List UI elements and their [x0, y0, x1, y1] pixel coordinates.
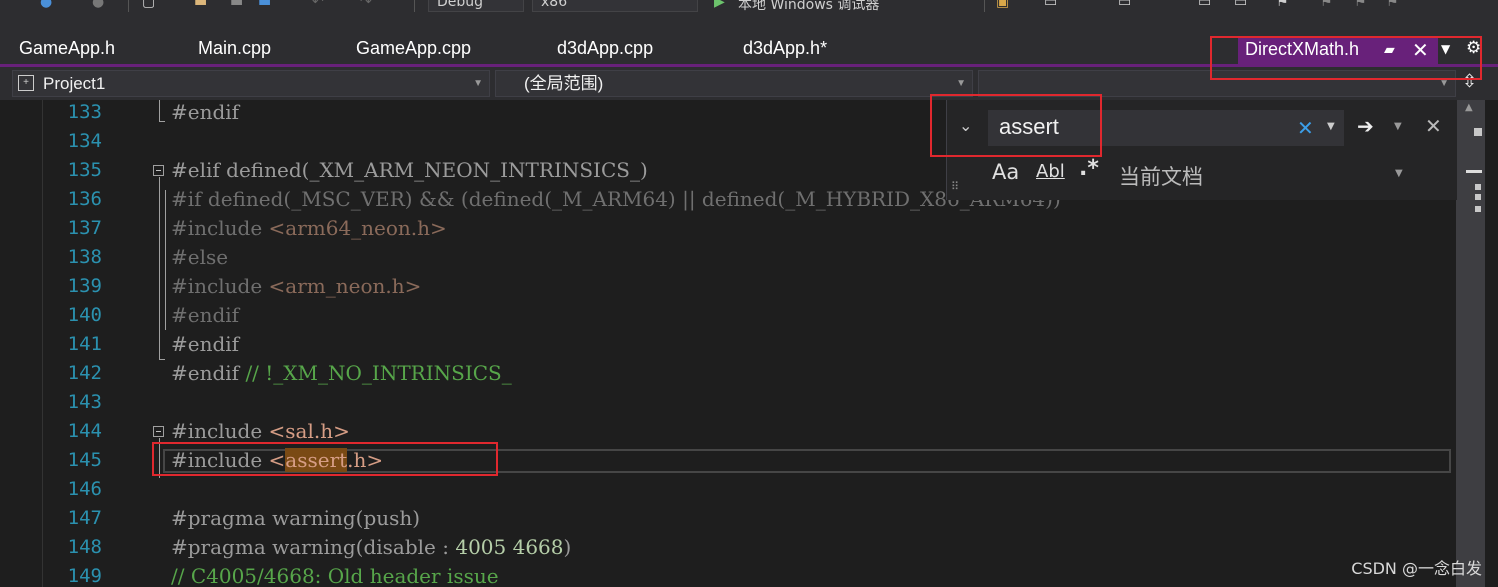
toolbar-separator [128, 0, 129, 12]
outline-guide [159, 100, 160, 122]
scroll-up-icon[interactable]: ▲ [1465, 102, 1473, 113]
code-line: #pragma warning(disable : 4005 4668) [171, 535, 572, 559]
undo-icon[interactable]: ↶ [312, 0, 324, 10]
line-number: 141 [67, 333, 102, 355]
toolbar-separator [984, 0, 985, 12]
search-scope-dropdown[interactable]: 当前文档 [1119, 161, 1203, 191]
tab-main-cpp[interactable]: Main.cpp [198, 38, 271, 59]
save-all-icon[interactable]: ▬ [258, 0, 271, 10]
line-number: 142 [67, 362, 102, 384]
line-number: 134 [67, 130, 102, 152]
redo-icon[interactable]: ↷ [360, 0, 372, 10]
bookmark-prev-icon[interactable]: ⚑ [1320, 0, 1333, 10]
scrollbar-marker [1475, 184, 1481, 190]
annotation-box-include-line [152, 442, 498, 476]
new-item-icon[interactable]: ▢ [142, 0, 155, 10]
code-line: #if defined(_MSC_VER) && (defined(_M_ARM… [171, 187, 1061, 211]
line-number: 138 [67, 246, 102, 268]
code-line: // C4005/4668: Old header issue [171, 564, 499, 587]
line-number: 148 [67, 536, 102, 558]
config-dropdown[interactable]: Debug [428, 0, 524, 12]
line-number: 137 [67, 217, 102, 239]
platform-dropdown[interactable]: x86 [532, 0, 698, 12]
line-number: 149 [67, 565, 102, 587]
tab-gameapp-cpp[interactable]: GameApp.cpp [356, 38, 471, 59]
regex-icon[interactable]: .* [1079, 156, 1099, 181]
drag-handle-icon[interactable]: ⠿ [951, 180, 959, 193]
line-number: 143 [67, 391, 102, 413]
project-name: Project1 [43, 74, 106, 93]
scrollbar-marker [1475, 194, 1481, 200]
outline-guide [165, 190, 166, 330]
search-history-dropdown-icon[interactable]: ▼ [1327, 121, 1335, 132]
chevron-down-icon: ▼ [473, 78, 483, 89]
scrollbar-marker [1475, 206, 1481, 212]
tab-d3dapp-cpp[interactable]: d3dApp.cpp [557, 38, 653, 59]
collapse-icon[interactable] [153, 165, 164, 176]
comment-icon[interactable]: ▭ [1198, 0, 1211, 10]
chevron-down-icon: ▼ [956, 78, 966, 89]
code-line: #endif [171, 303, 240, 327]
forward-icon[interactable]: ● [92, 0, 104, 10]
scroll-position-marker [1466, 170, 1482, 173]
line-number: 133 [67, 101, 102, 123]
code-line: #endif [171, 332, 240, 356]
find-in-files-icon[interactable]: ▣ [996, 0, 1009, 10]
find-next-icon[interactable]: ➔ [1357, 114, 1374, 138]
code-line: #pragma warning(push) [171, 506, 421, 530]
tab-gameapp-h[interactable]: GameApp.h [19, 38, 115, 59]
outline-guide [159, 177, 160, 360]
project-icon: + [18, 75, 34, 91]
whole-word-icon[interactable]: Abl [1036, 161, 1065, 182]
scope-dropdown[interactable]: (全局范围) ▼ [495, 70, 973, 97]
line-number: 145 [67, 449, 102, 471]
code-line: #elif defined(_XM_ARM_NEON_INTRINSICS_) [171, 158, 648, 182]
line-number: 139 [67, 275, 102, 297]
annotation-box-find-input [930, 94, 1102, 157]
play-icon[interactable]: ▶ [714, 0, 725, 10]
code-line: #include <arm_neon.h> [171, 274, 422, 298]
code-line: #else [171, 245, 229, 269]
tab-d3dapp-h[interactable]: d3dApp.h* [743, 38, 827, 59]
indicator-margin [0, 100, 43, 587]
chevron-down-icon[interactable]: ▼ [1395, 168, 1403, 179]
line-number: 147 [67, 507, 102, 529]
back-icon[interactable]: ● [40, 0, 52, 10]
run-debugger-button[interactable]: 本地 Windows 调试器 [738, 0, 879, 13]
main-toolbar: ● ● ▢ ▬ ▬ ▬ ↶ ↷ Debug x86 ▶ 本地 Windows 调… [0, 0, 1498, 14]
match-case-icon[interactable]: Aa [992, 160, 1019, 184]
project-dropdown[interactable]: + Project1 ▼ [12, 70, 490, 97]
close-find-icon[interactable]: ✕ [1425, 114, 1442, 138]
find-next-options-icon[interactable]: ▼ [1394, 121, 1402, 132]
line-number: 135 [67, 159, 102, 181]
toolbar-separator [414, 0, 415, 12]
vertical-scrollbar[interactable]: ▲ [1456, 100, 1485, 587]
code-line: #endif [171, 100, 240, 124]
save-icon[interactable]: ▬ [230, 0, 243, 10]
watermark: CSDN @一念白发 [1351, 559, 1482, 578]
line-number: 136 [67, 188, 102, 210]
collapse-icon[interactable] [153, 426, 164, 437]
uncomment-icon[interactable]: ▭ [1234, 0, 1247, 10]
line-number: 144 [67, 420, 102, 442]
outline-guide [159, 121, 165, 122]
bookmark-next-icon[interactable]: ⚑ [1354, 0, 1367, 10]
window-icon[interactable]: ▭ [1118, 0, 1131, 10]
scope-name: (全局范围) [524, 74, 604, 93]
code-line: #endif // !_XM_NO_INTRINSICS_ [171, 361, 512, 385]
line-number: 146 [67, 478, 102, 500]
annotation-box-active-tab [1210, 36, 1482, 80]
line-number: 140 [67, 304, 102, 326]
outline-guide [159, 359, 165, 360]
bookmark-icon[interactable]: ⚑ [1276, 0, 1289, 10]
code-line: #include <arm64_neon.h> [171, 216, 447, 240]
code-line: #include <sal.h> [171, 419, 350, 443]
scrollbar-marker [1474, 128, 1482, 136]
clear-search-icon[interactable]: ✕ [1297, 116, 1314, 140]
layout-icon[interactable]: ▭ [1044, 0, 1057, 10]
bookmark-clear-icon[interactable]: ⚑ [1386, 0, 1399, 10]
open-folder-icon[interactable]: ▬ [194, 0, 207, 10]
